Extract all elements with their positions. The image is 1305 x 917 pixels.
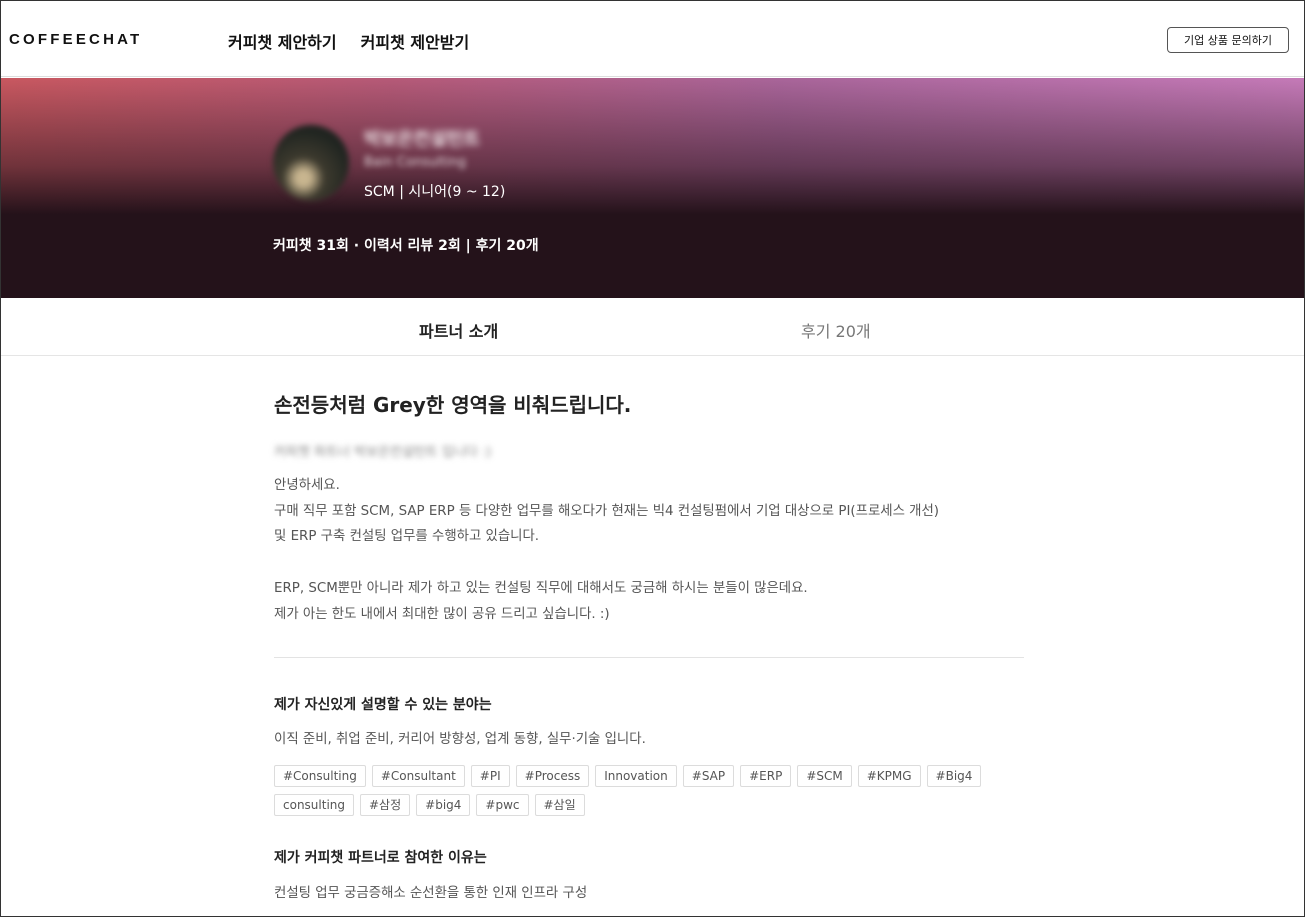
tag-chip[interactable]: #KPMG — [857, 765, 921, 787]
reason-title: 제가 커피챗 파트너로 참여한 이유는 — [274, 850, 487, 866]
profile-hero: 박보은컨설턴트 Bain Consulting SCM | 시니어(9 ~ 12… — [1, 78, 1304, 298]
tag-chip[interactable]: #big4 — [416, 794, 471, 816]
section-divider — [274, 657, 1024, 658]
partner-name: 박보은컨설턴트 — [364, 129, 480, 150]
intro-line: 구매 직무 포함 SCM, SAP ERP 등 다양한 업무를 해오다가 현재는… — [274, 503, 940, 519]
profile-tabs: 파트너 소개 후기 20개 — [1, 298, 1304, 356]
main-nav: 커피챗 제안하기 커피챗 제안받기 — [228, 29, 469, 53]
expertise-title: 제가 자신있게 설명할 수 있는 분야는 — [274, 697, 492, 713]
top-header: COFFEECHAT 커피챗 제안하기 커피챗 제안받기 기업 상품 문의하기 — [1, 1, 1304, 77]
reason-text: 컨설팅 업무 궁금증해소 순선환을 통한 인재 인프라 구성 — [274, 886, 588, 901]
tag-chip[interactable]: #ERP — [740, 765, 792, 787]
tag-chip[interactable]: #삼일 — [534, 794, 585, 816]
tag-chip[interactable]: #pwc — [476, 794, 529, 816]
avatar — [273, 125, 349, 201]
intro-line: 안녕하세요. — [274, 478, 340, 493]
nav-propose-coffeechat[interactable]: 커피챗 제안하기 — [228, 29, 337, 53]
blurred-greeting: 커피챗 파트너 박보은컨설턴트 입니다 :) — [274, 445, 492, 460]
intro-line: 및 ERP 구축 컨설팅 업무를 수행하고 있습니다. — [274, 529, 540, 545]
enterprise-inquiry-button[interactable]: 기업 상품 문의하기 — [1167, 27, 1289, 53]
intro-line: 제가 아는 한도 내에서 최대한 많이 공유 드리고 싶습니다. :) — [274, 606, 610, 622]
tag-chip[interactable]: #Consultant — [371, 765, 465, 787]
partner-role: SCM | 시니어(9 ~ 12) — [364, 184, 506, 200]
nav-receive-coffeechat[interactable]: 커피챗 제안받기 — [361, 29, 470, 53]
intro-headline: 손전등처럼 Grey한 영역을 비춰드립니다. — [274, 393, 632, 417]
tag-chip[interactable]: Innovation — [595, 765, 677, 787]
expertise-text: 이직 준비, 취업 준비, 커리어 방향성, 업계 동향, 실무·기술 입니다. — [274, 732, 646, 747]
tag-chip[interactable]: #PI — [470, 765, 510, 787]
partner-stats: 커피챗 31회 · 이력서 리뷰 2회 | 후기 20개 — [273, 238, 539, 254]
tag-chip[interactable]: #SAP — [682, 765, 735, 787]
tag-chip[interactable]: consulting — [274, 794, 354, 816]
hero-shade-overlay — [1, 78, 1304, 298]
tag-chip[interactable]: #SCM — [797, 765, 852, 787]
partner-company: Bain Consulting — [364, 155, 466, 170]
tag-chip[interactable]: #Process — [515, 765, 590, 787]
tab-partner-intro[interactable]: 파트너 소개 — [419, 318, 498, 342]
intro-line — [274, 550, 939, 576]
logo[interactable]: COFFEECHAT — [9, 31, 142, 48]
tag-list: #Consulting #Consultant #PI #Process Inn… — [274, 765, 1034, 816]
tab-reviews[interactable]: 후기 20개 — [801, 318, 871, 342]
tag-chip[interactable]: #Consulting — [274, 765, 366, 787]
intro-text: 안녕하세요. 구매 직무 포함 SCM, SAP ERP 등 다양한 업무를 해… — [274, 473, 939, 627]
intro-line: ERP, SCM뿐만 아니라 제가 하고 있는 컨설팅 직무에 대해서도 궁금해… — [274, 580, 808, 596]
tag-chip[interactable]: #삼정 — [360, 794, 411, 816]
tag-chip[interactable]: #Big4 — [926, 765, 982, 787]
